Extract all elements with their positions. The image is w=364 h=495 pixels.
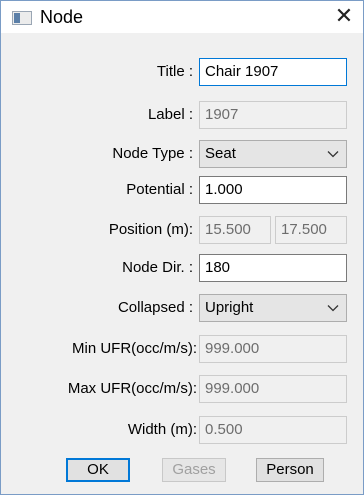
label-field: 1907 (199, 101, 347, 129)
window-title: Node (40, 7, 84, 27)
position-label: Position (m): (108, 221, 193, 238)
collapsed-selected: Upright (205, 299, 254, 316)
node-type-selected: Seat (205, 145, 236, 162)
position-y-field: 17.500 (275, 216, 347, 244)
chevron-down-icon (327, 151, 339, 158)
max-ufr-field: 999.000 (199, 375, 347, 403)
width-field: 0.500 (199, 416, 347, 444)
ok-button[interactable]: OK (66, 458, 130, 482)
label-label: Label : (147, 106, 193, 123)
collapsed-label: Collapsed : (117, 299, 193, 316)
potential-label: Potential : (126, 181, 193, 198)
width-label: Width (m): (127, 421, 197, 438)
close-button[interactable]: ✕ (331, 4, 357, 30)
node-type-select[interactable]: Seat (199, 140, 347, 168)
chevron-down-icon (327, 305, 339, 312)
node-dialog: Node ✕ Title : Chair 1907 Label : 1907 N… (0, 0, 364, 495)
max-ufr-label: Max UFR(occ/m/s): (67, 380, 197, 397)
dialog-body: Title : Chair 1907 Label : 1907 Node Typ… (1, 33, 363, 494)
title-input[interactable]: Chair 1907 (199, 58, 347, 86)
min-ufr-label: Min UFR(occ/m/s): (72, 340, 197, 357)
min-ufr-field: 999.000 (199, 335, 347, 363)
node-type-label: Node Type : (112, 145, 193, 162)
position-x-field: 15.500 (199, 216, 271, 244)
potential-input[interactable]: 1.000 (199, 176, 347, 204)
node-dir-input[interactable]: 180 (199, 254, 347, 282)
title-bar[interactable]: Node ✕ (1, 1, 363, 33)
person-button[interactable]: Person (256, 458, 324, 482)
collapsed-select[interactable]: Upright (199, 294, 347, 322)
title-label: Title : (156, 63, 193, 80)
app-window-icon (12, 11, 32, 25)
gases-button[interactable]: Gases (162, 458, 226, 482)
node-dir-label: Node Dir. : (122, 259, 193, 276)
